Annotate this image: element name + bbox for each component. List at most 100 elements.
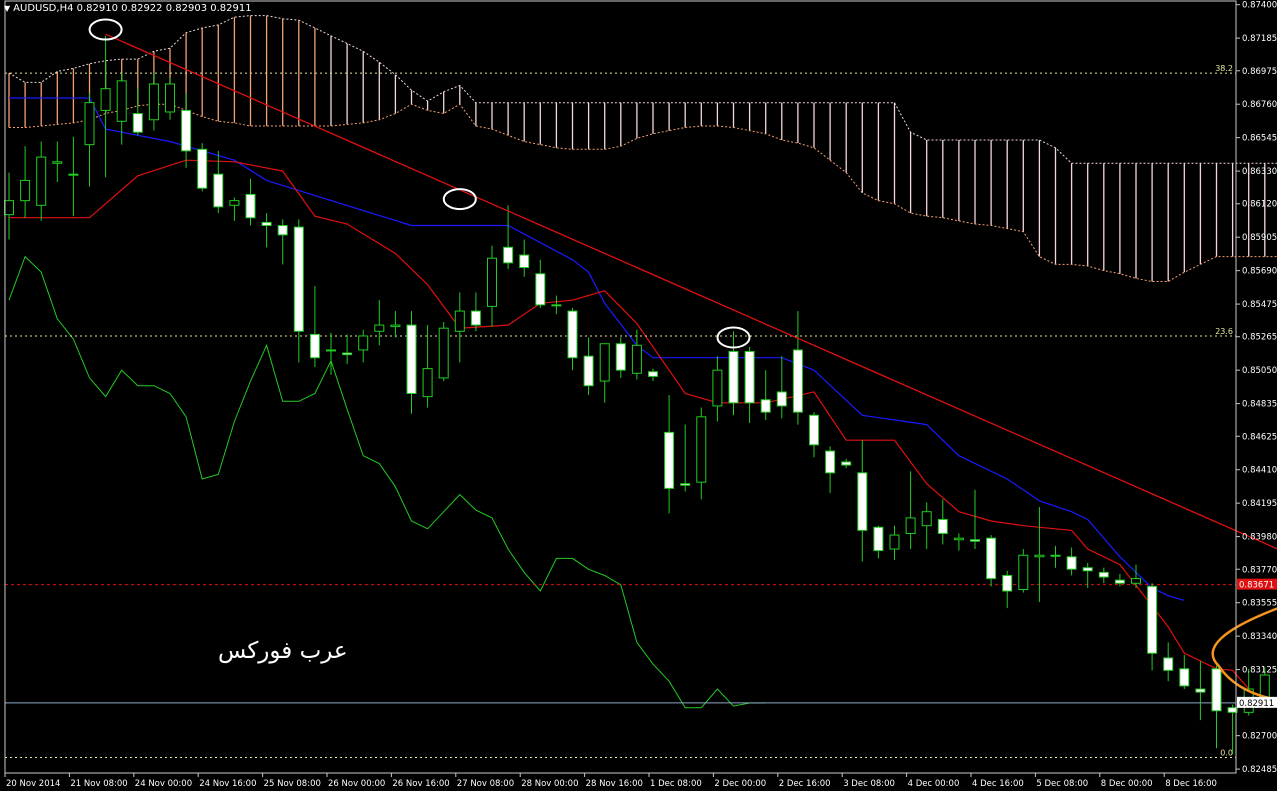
candle-bear	[197, 148, 208, 189]
candle-bear	[615, 343, 626, 371]
candle-bull	[551, 304, 562, 307]
candle-bull	[68, 173, 79, 176]
candle-bear	[181, 109, 192, 152]
candle-bull	[148, 83, 159, 121]
candle-bear	[519, 254, 530, 269]
y-tick-label: 0.84195	[1242, 499, 1277, 509]
candle-bull	[921, 511, 932, 527]
candle-bull	[20, 179, 31, 202]
candle-bull	[1034, 554, 1045, 558]
y-tick-label: 0.84625	[1242, 432, 1277, 442]
y-tick-label: 0.83340	[1242, 632, 1277, 642]
candle-bear	[1195, 688, 1206, 693]
x-tick-label: 26 Nov 00:00	[328, 779, 385, 789]
x-tick-label: 20 Nov 2014	[6, 779, 60, 789]
y-tick-label: 0.87185	[1242, 34, 1277, 44]
current-price-label: 0.82911	[1239, 699, 1274, 709]
candle-bear	[1002, 574, 1013, 592]
candle-bear	[970, 539, 980, 542]
candle-bull	[454, 310, 465, 332]
x-tick-label: 27 Nov 08:00	[457, 779, 514, 789]
candle-bear	[792, 349, 803, 413]
candle-bear	[406, 324, 417, 394]
candle-bull	[100, 88, 111, 111]
candle-bull	[374, 324, 385, 332]
y-tick-label: 0.85905	[1242, 233, 1277, 243]
candle-bull	[1050, 554, 1061, 557]
candle-bull	[4, 200, 14, 216]
x-tick-label: 24 Nov 00:00	[135, 779, 192, 789]
candle-bear	[503, 246, 514, 264]
candle-bear	[744, 351, 755, 404]
y-tick-label: 0.85050	[1242, 366, 1277, 376]
y-tick-label: 0.86760	[1242, 100, 1277, 110]
candle-bear	[213, 173, 224, 208]
candle-bull	[390, 324, 401, 328]
candle-bull	[52, 161, 63, 164]
candle-bull	[905, 517, 916, 534]
y-tick-label: 0.82485	[1242, 765, 1277, 775]
candle-bear	[245, 193, 256, 219]
y-tick-label: 0.86330	[1242, 167, 1277, 177]
candle-bear	[728, 351, 739, 404]
candle-bear	[470, 310, 481, 326]
x-tick-label: 8 Dec 16:00	[1165, 779, 1217, 789]
fib-level-label: 38.2	[1215, 64, 1233, 73]
dropdown-triangle-icon[interactable]: ▼	[4, 4, 10, 13]
candle-bull	[712, 369, 723, 407]
x-tick-label: 25 Nov 08:00	[264, 779, 321, 789]
candle-bull	[84, 102, 95, 146]
candle-bear	[1179, 668, 1190, 687]
candle-bear	[857, 472, 868, 531]
symbol-label: AUDUSD,H4	[13, 3, 74, 14]
y-tick-label: 0.83555	[1242, 599, 1277, 609]
candle-bull	[599, 343, 610, 382]
candle-bull	[36, 156, 47, 206]
candle-bear	[1066, 556, 1077, 570]
candle-bear	[342, 352, 353, 356]
candle-bull	[116, 80, 127, 122]
candle-bull	[358, 335, 369, 351]
x-tick-label: 1 Dec 08:00	[650, 779, 702, 789]
candle-bear	[1098, 571, 1109, 578]
x-tick-label: 4 Dec 16:00	[972, 779, 1024, 789]
candle-bull	[422, 368, 433, 398]
x-tick-label: 28 Nov 00:00	[521, 779, 578, 789]
y-tick-label: 0.83980	[1242, 533, 1277, 543]
y-tick-label: 0.84835	[1242, 400, 1277, 410]
y-tick-label: 0.86120	[1242, 200, 1277, 210]
candle-bull	[326, 349, 336, 352]
candle-bear	[583, 355, 594, 387]
candle-bear	[664, 431, 675, 489]
y-tick-label: 0.83125	[1242, 666, 1277, 676]
candle-bear	[809, 414, 819, 446]
candle-bear	[309, 333, 320, 359]
fib-level-label: 23.6	[1215, 327, 1233, 336]
x-tick-label: 2 Dec 00:00	[714, 779, 766, 789]
candle-bull	[438, 327, 449, 379]
candle-bear	[986, 537, 997, 580]
x-tick-label: 5 Dec 08:00	[1036, 779, 1088, 789]
candle-bear	[1114, 579, 1125, 584]
x-tick-label: 2 Dec 16:00	[779, 779, 831, 789]
candle-bull	[696, 416, 707, 483]
candle-bear	[567, 310, 578, 359]
candle-bear	[1082, 567, 1093, 572]
candle-bear	[841, 461, 852, 466]
candle-bear	[1211, 668, 1222, 712]
candle-bear	[277, 225, 288, 236]
red-level-price-label: 0.83671	[1239, 581, 1274, 591]
candle-bull	[1018, 554, 1029, 590]
candle-bull	[165, 83, 175, 113]
candle-bull	[1131, 578, 1141, 584]
x-tick-label: 4 Dec 00:00	[908, 779, 960, 789]
candle-bear	[1163, 657, 1174, 671]
x-tick-label: 24 Nov 16:00	[199, 779, 256, 789]
price-chart[interactable]: 38.2 23.6 0.0 0.87400 0.87185 0.86975 0.86760…	[0, 0, 1277, 791]
fib-level-label: 0.0	[1220, 748, 1233, 757]
candle-bear	[293, 226, 304, 332]
candle-bear	[680, 483, 691, 486]
x-tick-label: 28 Nov 16:00	[586, 779, 643, 789]
y-tick-label: 0.86545	[1242, 134, 1277, 144]
y-tick-label: 0.86975	[1242, 67, 1277, 77]
